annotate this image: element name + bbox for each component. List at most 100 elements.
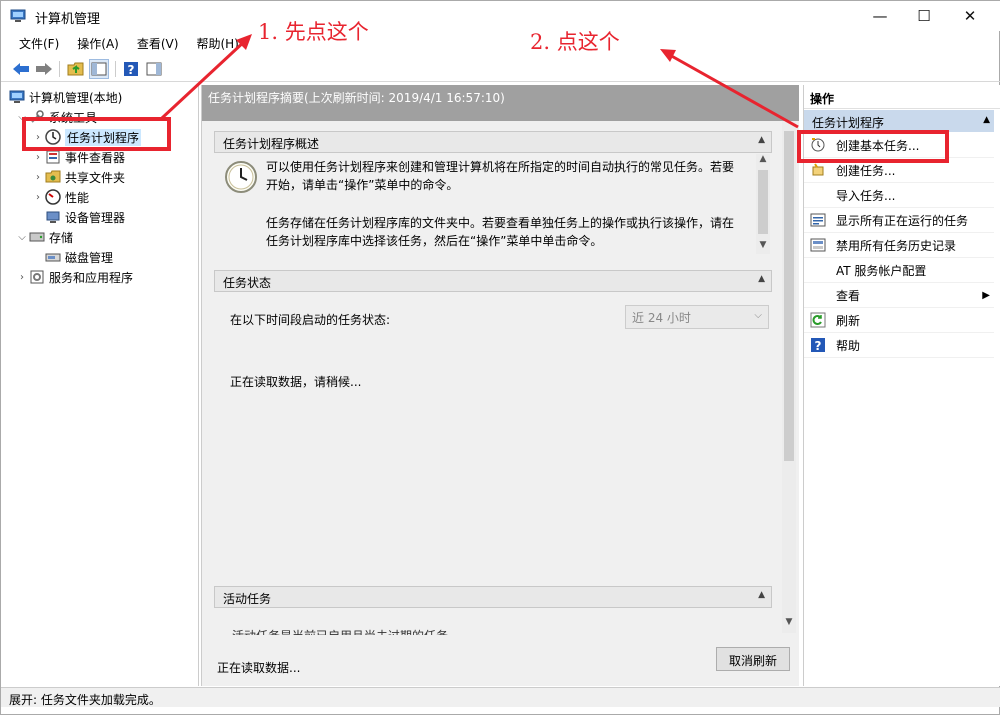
computer-management-window: 计算机管理 — ☐ ✕ 文件(F) 操作(A) 查看(V) 帮助(H) ? 计算… (0, 0, 1000, 715)
expand-arrow-icon[interactable]: › (15, 272, 29, 283)
overview-scrollbar[interactable]: ▲ ▼ (756, 154, 770, 254)
disk-management-icon (45, 249, 61, 265)
computer-management-icon (9, 89, 25, 105)
action-help[interactable]: ? 帮助 (804, 333, 994, 358)
active-tasks-header[interactable]: 活动任务 ▲ (214, 586, 772, 608)
storage-icon (29, 229, 45, 245)
tree-label: 共享文件夹 (65, 170, 126, 185)
back-icon[interactable] (11, 59, 31, 79)
expand-arrow-icon[interactable]: › (31, 152, 45, 163)
summary-title: 任务计划程序摘要(上次刷新时间: 2019/4/1 16:57:10) (202, 85, 799, 121)
tree-label: 性能 (65, 190, 90, 205)
device-manager-icon (45, 209, 61, 225)
action-at-service-account[interactable]: AT 服务帐户配置 (804, 258, 994, 283)
tree-item-disk-management[interactable]: 磁盘管理 (45, 247, 113, 267)
section-label: 任务计划程序 (812, 116, 885, 130)
services-icon (29, 269, 45, 285)
action-label: AT 服务帐户配置 (836, 263, 927, 278)
tree-label: 设备管理器 (65, 210, 126, 225)
expand-arrow-icon[interactable]: › (31, 172, 45, 183)
menu-action[interactable]: 操作(A) (77, 33, 119, 53)
tree-label: 服务和应用程序 (49, 270, 134, 285)
collapse-arrow-icon[interactable]: ⌵ (15, 232, 29, 243)
tree-item-storage[interactable]: ⌵ 存储 (15, 227, 73, 247)
show-action-pane-icon[interactable] (144, 59, 164, 79)
maximize-button[interactable]: ☐ (901, 1, 947, 31)
event-viewer-icon (45, 149, 61, 165)
action-refresh[interactable]: 刷新 (804, 308, 994, 333)
tree-label: 计算机管理(本地) (29, 90, 123, 105)
action-label: 禁用所有任务历史记录 (836, 238, 957, 253)
at-account-icon (810, 262, 826, 278)
menu-file[interactable]: 文件(F) (19, 33, 59, 53)
action-view[interactable]: 查看 ▶ (804, 283, 994, 308)
clock-icon (224, 160, 258, 197)
svg-text:?: ? (815, 339, 822, 353)
status-title: 任务状态 (223, 276, 272, 290)
menu-help[interactable]: 帮助(H) (196, 33, 238, 53)
footer-status: 正在读取数据... (217, 661, 301, 675)
tree-item-performance[interactable]: › 性能 (31, 187, 89, 207)
tree-item-shared-folders[interactable]: › 共享文件夹 (31, 167, 125, 187)
minimize-button[interactable]: — (857, 1, 903, 31)
scroll-down-icon[interactable]: ▼ (782, 617, 796, 627)
status-period-select[interactable]: 近 24 小时 ⌵ (625, 305, 769, 329)
expand-arrow-icon[interactable]: › (31, 192, 45, 203)
up-folder-icon[interactable] (66, 59, 86, 79)
submenu-arrow-icon: ▶ (982, 289, 990, 301)
collapse-section-icon[interactable]: ▲ (983, 115, 990, 125)
tree-item-root[interactable]: 计算机管理(本地) (9, 87, 122, 107)
loading-text: 正在读取数据，请稍候... (230, 375, 362, 389)
toolbar-separator (115, 61, 116, 77)
overview-paragraph-2: 任务存储在任务计划程序库的文件夹中。若要查看单独任务上的操作或执行该操作，请在任… (266, 216, 735, 248)
status-header[interactable]: 任务状态 ▲ (214, 270, 772, 292)
toolbar: ? (1, 56, 1000, 82)
collapse-panel-icon[interactable]: ▲ (758, 590, 765, 600)
tree-label: 事件查看器 (65, 150, 126, 165)
scroll-thumb[interactable] (784, 131, 794, 461)
shared-folder-icon (45, 169, 61, 185)
title-bar: 计算机管理 — ☐ ✕ (1, 1, 1000, 31)
scroll-down-icon[interactable]: ▼ (756, 240, 770, 250)
help-icon: ? (810, 337, 826, 353)
create-task-icon (810, 162, 826, 178)
cancel-refresh-button[interactable]: 取消刷新 (716, 647, 790, 671)
active-tasks-description: 活动任务是当前已启用且尚未过期的任务。 (232, 627, 460, 635)
tree-label: 磁盘管理 (65, 250, 114, 265)
computer-management-icon (10, 9, 26, 23)
tree-item-services-apps[interactable]: › 服务和应用程序 (15, 267, 133, 287)
action-label: 查看 (836, 288, 861, 303)
actions-section-task-scheduler[interactable]: 任务计划程序 ▲ (804, 110, 994, 132)
tree-label: 存储 (49, 230, 74, 245)
window-title: 计算机管理 (35, 12, 101, 27)
overview-title: 任务计划程序概述 (223, 137, 320, 151)
action-label: 刷新 (836, 313, 861, 328)
scroll-up-icon[interactable]: ▲ (756, 154, 770, 164)
action-show-running-tasks[interactable]: 显示所有正在运行的任务 (804, 208, 994, 233)
status-label: 在以下时间段启动的任务状态: (230, 313, 391, 327)
scroll-thumb[interactable] (758, 170, 768, 234)
center-scrollbar[interactable]: ▼ (782, 121, 796, 633)
tree-item-device-manager[interactable]: 设备管理器 (45, 207, 125, 227)
navigation-tree: 计算机管理(本地) ⌵ 系统工具 › 任务计划程序 › 事件查看器 › 共享文件… (9, 85, 199, 686)
collapse-panel-icon[interactable]: ▲ (758, 135, 765, 145)
help-icon[interactable]: ? (121, 59, 141, 79)
overview-header[interactable]: 任务计划程序概述 ▲ (214, 131, 772, 153)
menu-bar: 文件(F) 操作(A) 查看(V) 帮助(H) (1, 33, 239, 53)
chevron-down-icon: ⌵ (754, 310, 762, 321)
annotation-step-1: 1. 先点这个 (258, 20, 369, 44)
action-disable-task-history[interactable]: 禁用所有任务历史记录 (804, 233, 994, 258)
action-import-task[interactable]: 导入任务... (804, 183, 994, 208)
close-button[interactable]: ✕ (947, 1, 993, 31)
status-bar: 展开: 任务文件夹加载完成。 (1, 687, 1000, 707)
svg-text:?: ? (128, 63, 135, 77)
overview-paragraph-1: 可以使用任务计划程序来创建和管理计算机将在所指定的时间自动执行的常见任务。若要开… (266, 160, 735, 192)
annotation-box-create-basic-task (797, 130, 949, 163)
menu-view[interactable]: 查看(V) (137, 33, 179, 53)
collapse-panel-icon[interactable]: ▲ (758, 274, 765, 284)
annotation-box-task-scheduler (22, 117, 171, 151)
annotation-step-2: 2. 点这个 (530, 30, 620, 54)
show-hide-tree-icon[interactable] (89, 59, 109, 79)
actions-header: 操作 (804, 85, 1000, 109)
forward-icon[interactable] (34, 59, 54, 79)
